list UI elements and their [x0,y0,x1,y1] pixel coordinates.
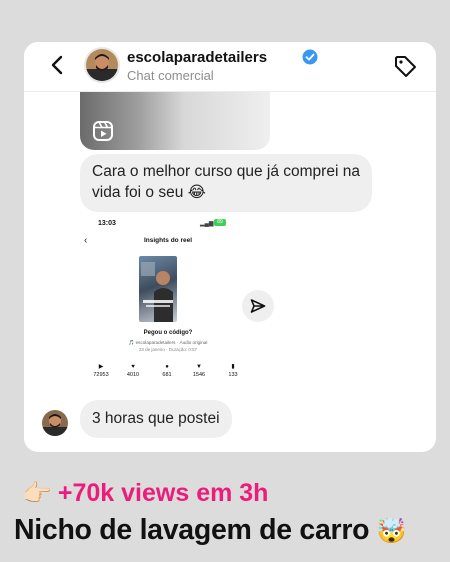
stat-saves: ▮ 133 [220,363,246,378]
chat-username[interactable]: escolaparadetailers [127,49,267,66]
message-bubble[interactable]: 3 horas que postei [80,400,232,438]
screenshot-title: Insights do reel [143,237,193,244]
reel-audio: 🎵 escolaparadetailers · Áudio original [128,340,208,345]
stat-shares: ▼ 1546 [186,363,212,378]
mind-blown-icon: 🤯 [376,518,407,545]
pointing-hand-icon: 👉🏻 [22,480,52,507]
shared-video-thumbnail[interactable] [80,92,270,150]
chat-header: escolaparadetailers Chat comercial [24,42,436,92]
tag-label-icon[interactable] [392,53,418,79]
shared-screenshot[interactable]: 13:03 ▂▄▆ ≋ 89 ‹ Insights do reel Pegou … [80,215,256,391]
screenshot-clock: 13:03 [98,220,116,227]
stat-likes: ♥ 4010 [120,363,146,378]
comment-icon: ● [165,364,169,370]
reel-caption: Pegou o código? [143,330,193,336]
battery-icon: 89 [214,219,226,226]
save-icon: ▮ [231,364,235,370]
profile-avatar[interactable] [84,47,120,83]
reel-date: 23 de janeiro · Duração: 0:57 [138,347,198,352]
story-caption-views: 👉🏻 +70k views em 3h [22,479,268,509]
story-caption-niche: Nicho de lavagem de carro 🤯 [14,514,407,550]
stat-comments: ● 681 [154,363,180,378]
stat-value: 4010 [126,372,140,378]
chat-subtitle: Chat comercial [127,68,214,83]
niche-text: Nicho de lavagem de carro [14,514,370,546]
stat-value: 133 [228,372,238,378]
stat-value: 681 [162,372,172,378]
stat-value: 72953 [93,372,109,378]
forward-share-button[interactable] [242,290,274,322]
sender-avatar[interactable] [42,410,68,436]
reel-stats: ▶ 72953 ♥ 4010 ● 681 ▼ 1546 ▮ 133 [88,363,248,385]
dm-chat-card: escolaparadetailers Chat comercial Cara … [24,42,436,452]
paper-plane-icon [250,299,266,313]
views-text: +70k views em 3h [57,479,269,507]
verified-badge-icon [302,49,318,65]
back-arrow-icon[interactable] [46,53,70,77]
heart-icon: ♥ [131,364,135,370]
stat-plays: ▶ 72953 [88,363,114,378]
reel-thumbnail [139,256,177,322]
reel-icon [93,121,113,141]
message-bubble[interactable]: Cara o melhor curso que já comprei na vi… [80,154,372,212]
play-icon: ▶ [98,364,104,370]
share-icon: ▼ [196,364,202,370]
stat-value: 1546 [192,372,206,378]
